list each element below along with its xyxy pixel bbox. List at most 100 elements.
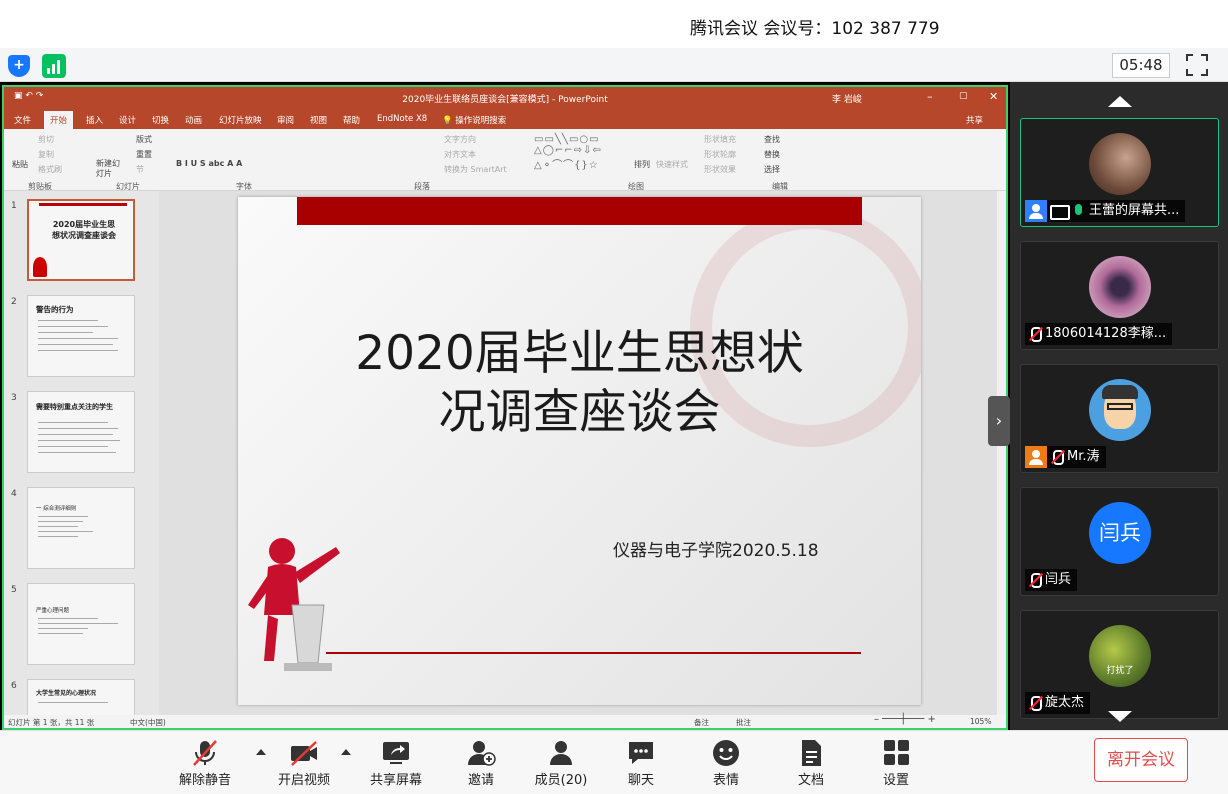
shape-outline-button[interactable]: 形状轮廓: [704, 149, 736, 160]
slide-scrollbar[interactable]: [997, 191, 1006, 715]
tab-review[interactable]: 审阅: [277, 114, 294, 126]
font-format-icons[interactable]: B I U S abc A A: [176, 159, 242, 168]
tell-me-search[interactable]: 💡 操作说明搜索: [442, 114, 506, 126]
tab-animations[interactable]: 动画: [185, 114, 202, 126]
new-slide-button[interactable]: 新建幻灯片: [96, 159, 124, 179]
participant-name-tag: Mr.涛: [1025, 446, 1106, 468]
tab-slideshow[interactable]: 幻灯片放映: [219, 114, 262, 126]
shape-fill-button[interactable]: 形状填充: [704, 134, 736, 145]
speaker-figure-icon: [248, 538, 340, 671]
comments-button[interactable]: 批注: [736, 717, 751, 728]
select-button[interactable]: 选择: [764, 164, 780, 175]
shapes-gallery[interactable]: ▭▭╲╲▭○▭ △◯⌐⌐⇨⇩⇦ △⚬⌒⌒{}☆: [534, 134, 602, 171]
align-text-button[interactable]: 对齐文本: [444, 149, 476, 160]
chat-label: 聊天: [627, 773, 654, 788]
collapse-panel-button[interactable]: ›: [988, 396, 1010, 446]
cut-button[interactable]: 剪切: [38, 134, 54, 145]
video-off-icon: [291, 741, 317, 766]
thumbnail-title: 严重心理问题: [36, 608, 70, 614]
video-options-caret-icon[interactable]: [341, 749, 351, 755]
close-icon[interactable]: ✕: [989, 90, 998, 103]
shape-effects-button[interactable]: 形状效果: [704, 164, 736, 175]
participant-card[interactable]: 闫兵 闫兵: [1020, 487, 1219, 596]
share-button[interactable]: 共享: [966, 114, 983, 126]
notes-button[interactable]: 备注: [694, 717, 709, 728]
invite-label: 邀请: [467, 773, 494, 788]
thumbnail-title: 需要特别重点关注的学生: [36, 403, 113, 411]
settings-button[interactable]: 设置: [861, 735, 931, 791]
tab-view[interactable]: 视图: [310, 114, 327, 126]
scroll-down-icon[interactable]: [1108, 711, 1132, 722]
arrange-button[interactable]: 排列: [634, 159, 650, 170]
microphone-muted-icon: [1025, 692, 1045, 714]
settings-label: 设置: [882, 773, 909, 788]
thumbnail-number: 3: [11, 393, 17, 403]
network-signal-icon[interactable]: [42, 54, 66, 78]
slide-thumbnail[interactable]: 需要特别重点关注的学生: [27, 391, 135, 473]
docs-button[interactable]: 文档: [776, 735, 846, 791]
copy-button[interactable]: 复制: [38, 149, 54, 160]
section-button[interactable]: 节: [136, 164, 144, 175]
slide-thumbnail[interactable]: 一 综合测评细则: [27, 487, 135, 569]
tab-design[interactable]: 设计: [119, 114, 136, 126]
slide-thumbnail-panel: 1 2020届毕业生思想状况调查座谈会 2 警告的行为 3 需要特别重点关注的学…: [4, 191, 159, 719]
start-video-button[interactable]: 开启视频: [269, 735, 339, 791]
tab-transitions[interactable]: 切换: [152, 114, 169, 126]
maximize-icon[interactable]: ▢: [959, 91, 968, 101]
thumbnail-title: 2020届毕业生思想状况调查座谈会: [52, 220, 116, 240]
quick-styles-button[interactable]: 快速样式: [656, 159, 688, 170]
paste-button[interactable]: 粘贴: [12, 159, 28, 170]
members-button[interactable]: 成员(20): [526, 735, 596, 791]
participant-name-tag: 闫兵: [1025, 569, 1078, 591]
zoom-level: 105%: [970, 717, 992, 726]
participant-name-tag: 旋太杰: [1025, 692, 1091, 714]
chat-button[interactable]: 聊天: [606, 735, 676, 791]
text-direction-button[interactable]: 文字方向: [444, 134, 476, 145]
current-slide[interactable]: 2020届毕业生思想状 况调查座谈会 仪器与电子学院2020.5.18: [238, 197, 921, 705]
chat-icon: [629, 742, 653, 764]
reactions-button[interactable]: 表情: [691, 735, 761, 791]
find-button[interactable]: 查找: [764, 134, 780, 145]
thumbnail-number: 4: [11, 489, 17, 499]
tab-endnote[interactable]: EndNote X8: [377, 114, 427, 124]
slide-thumbnail[interactable]: 2020届毕业生思想状况调查座谈会: [27, 199, 135, 281]
unmute-button[interactable]: 解除静音: [170, 735, 240, 791]
format-painter-button[interactable]: 格式刷: [38, 164, 62, 175]
participant-card[interactable]: 1806014128李稼...: [1020, 241, 1219, 350]
avatar-caption: 打扰了: [1106, 666, 1134, 676]
layout-button[interactable]: 版式: [136, 134, 152, 145]
minimize-icon[interactable]: –: [927, 90, 933, 103]
participant-card[interactable]: 打扰了 旋太杰: [1020, 610, 1219, 719]
tab-help[interactable]: 帮助: [343, 114, 360, 126]
reactions-label: 表情: [712, 773, 739, 788]
unmute-label: 解除静音: [178, 773, 231, 788]
participant-name-tag: 1806014128李稼...: [1025, 323, 1173, 345]
share-screen-button[interactable]: 共享屏幕: [361, 735, 431, 791]
participant-name: 1806014128李稼...: [1045, 326, 1167, 341]
tab-file[interactable]: 文件: [14, 114, 31, 126]
audio-options-caret-icon[interactable]: [256, 749, 266, 755]
scroll-up-icon[interactable]: [1108, 96, 1132, 107]
slide-thumbnail[interactable]: 大学生常见的心理状况: [27, 679, 135, 719]
security-shield-icon[interactable]: +: [8, 55, 30, 77]
meeting-toolbar: 解除静音 开启视频 共享屏幕 邀请 成员(20) 聊天 表情 文档 设置: [0, 730, 1228, 794]
slide-thumbnail[interactable]: 警告的行为: [27, 295, 135, 377]
leave-meeting-button[interactable]: 离开会议: [1094, 738, 1188, 782]
tab-insert[interactable]: 插入: [86, 114, 103, 126]
slide-subtitle: 仪器与电子学院2020.5.18: [613, 541, 819, 561]
zoom-slider[interactable]: – ───┼─── +: [874, 714, 936, 725]
participant-card[interactable]: Mr.涛: [1020, 364, 1219, 473]
microphone-muted-icon: [1047, 446, 1067, 468]
reset-button[interactable]: 重置: [136, 149, 152, 160]
document-icon: [802, 740, 821, 766]
thumbnail-title: 大学生常见的心理状况: [36, 690, 97, 697]
fullscreen-icon[interactable]: [1186, 54, 1208, 76]
meeting-header: 腾讯会议 会议号：102 387 779: [0, 0, 1228, 48]
slide-thumbnail[interactable]: 严重心理问题: [27, 583, 135, 665]
invite-button[interactable]: 邀请: [446, 735, 516, 791]
smartart-button[interactable]: 转换为 SmartArt: [444, 164, 507, 175]
participant-card[interactable]: 王蕾的屏幕共...: [1020, 118, 1219, 227]
tab-home[interactable]: 开始: [44, 111, 74, 129]
replace-button[interactable]: 替换: [764, 149, 780, 160]
meeting-status-bar: + 05:48: [0, 48, 1228, 82]
